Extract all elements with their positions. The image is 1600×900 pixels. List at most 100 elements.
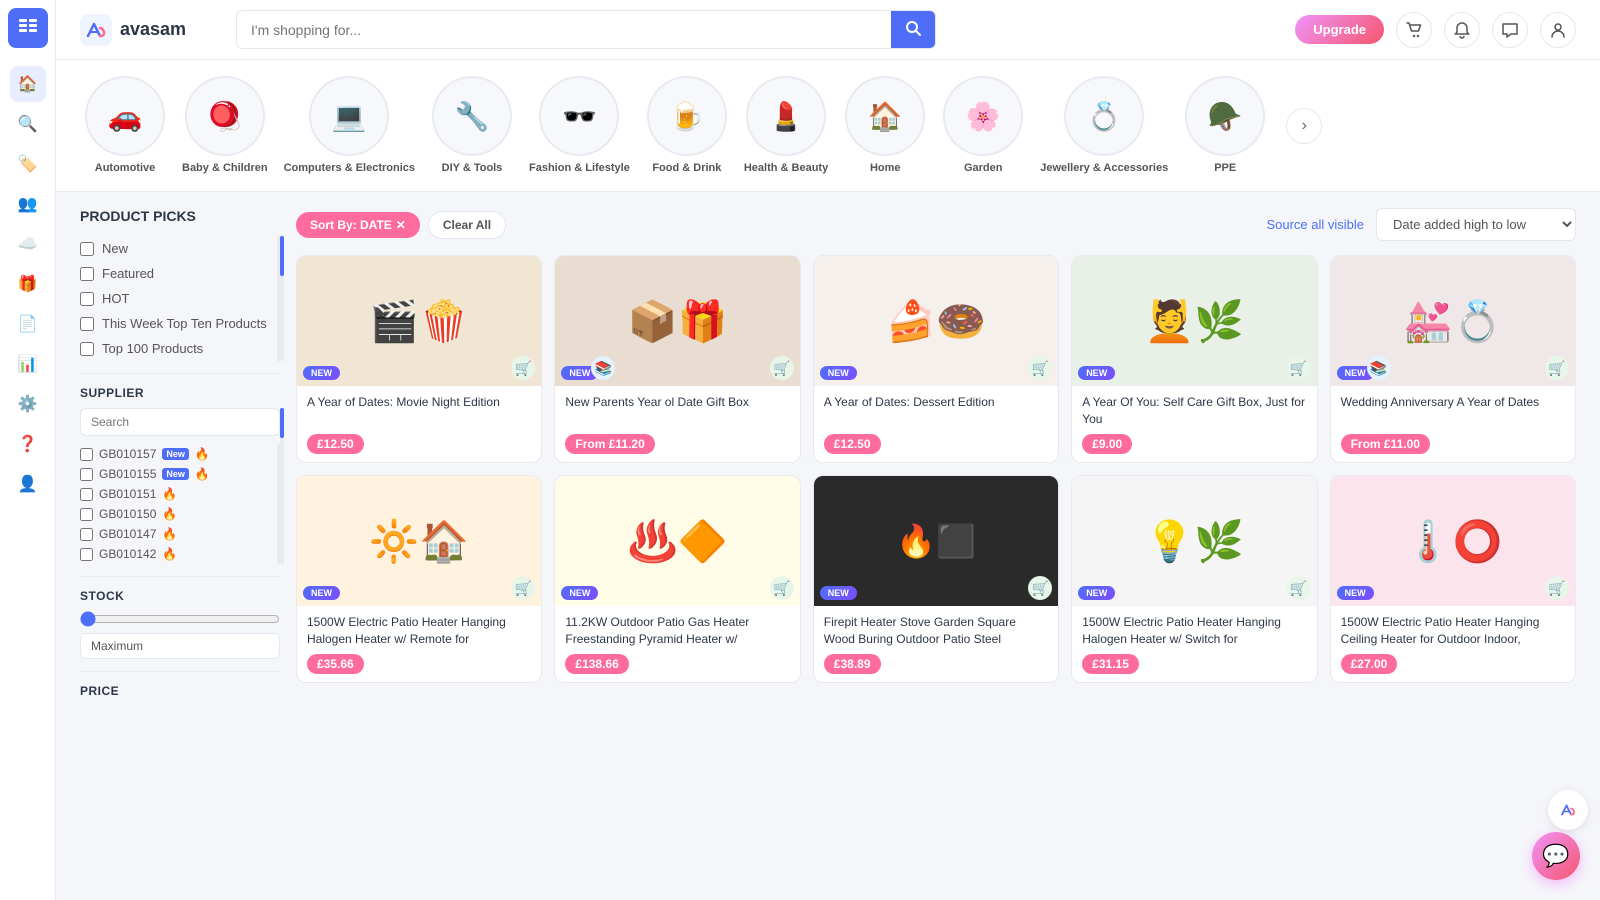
category-fashion[interactable]: 🕶️ Fashion & Lifestyle [525,76,634,175]
product-card-6[interactable]: 🔆🏠 NEW 🛒 1500W Electric Patio Heater Han… [296,475,542,683]
filter-sidebar: PRODUCT PICKS New Featured HOT [80,208,280,706]
supplier-GB010157[interactable]: GB010157 New 🔥 [80,444,269,464]
product-card-4[interactable]: 💆🌿 NEW 🛒 A Year Of You: Self Care Gift B… [1071,255,1317,463]
filter-this-week[interactable]: This Week Top Ten Products [80,311,269,336]
category-health-beauty[interactable]: 💄 Health & Beauty [740,76,832,175]
fire-icon-3: 🔥 [162,487,177,501]
product-cart-badge-9: 🛒 [1287,576,1311,600]
product-card-7[interactable]: ♨️🔶 NEW 🛒 11.2KW Outdoor Patio Gas Heate… [554,475,800,683]
filter-hot[interactable]: HOT [80,286,269,311]
category-automotive[interactable]: 🚗 Automotive [80,76,170,175]
filter-top100[interactable]: Top 100 Products [80,336,269,361]
product-info-3: A Year of Dates: Dessert Edition £12.50 [814,386,1058,462]
sidebar-item-chart[interactable]: 📊 [10,346,46,382]
category-garden[interactable]: 🌸 Garden [938,76,1028,175]
filter-featured[interactable]: Featured [80,261,269,286]
filter-top100-label: Top 100 Products [102,341,203,356]
product-image-wrap-3: 🍰🍩 NEW 🛒 [814,256,1058,386]
product-image-wrap-2: 📦🎁 NEW 🛒 📚 [555,256,799,386]
product-image-wrap-4: 💆🌿 NEW 🛒 [1072,256,1316,386]
filter-this-week-checkbox[interactable] [80,317,94,331]
supplier-GB010142[interactable]: GB010142 🔥 [80,544,269,564]
chat-button[interactable]: 💬 [1532,832,1580,880]
category-diy-tools[interactable]: 🔧 DIY & Tools [427,76,517,175]
cart-button[interactable] [1396,12,1432,48]
stock-section [80,611,280,659]
main-content: avasam Upgrade 🚗 Au [56,0,1600,900]
source-all-link[interactable]: Source all visible [1266,217,1364,232]
sidebar-item-gift[interactable]: 🎁 [10,266,46,302]
sidebar-item-person[interactable]: 👤 [10,466,46,502]
fire-icon-1: 🔥 [195,447,210,461]
product-card-2[interactable]: 📦🎁 NEW 🛒 📚 New Parents Year ol Date Gift… [554,255,800,463]
search-button[interactable] [891,11,935,48]
product-card-9[interactable]: 💡🌿 NEW 🛒 1500W Electric Patio Heater Han… [1071,475,1317,683]
notifications-button[interactable] [1444,12,1480,48]
product-info-8: Firepit Heater Stove Garden Square Wood … [814,606,1058,682]
price-title: PRICE [80,684,280,698]
sidebar-item-file[interactable]: 📄 [10,306,46,342]
category-automotive-label: Automotive [95,162,156,175]
supplier-GB010157-label: GB010157 [99,447,156,461]
sidebar-item-users[interactable]: 👥 [10,186,46,222]
product-image-wrap-9: 💡🌿 NEW 🛒 [1072,476,1316,606]
category-home[interactable]: 🏠 Home [840,76,930,175]
category-fashion-label: Fashion & Lifestyle [529,162,630,175]
filter-top100-checkbox[interactable] [80,342,94,356]
supplier-GB010151[interactable]: GB010151 🔥 [80,484,269,504]
category-baby-children[interactable]: 🪀 Baby & Children [178,76,272,175]
sidebar-item-cloud[interactable]: ☁️ [10,226,46,262]
supplier-GB010155[interactable]: GB010155 New 🔥 [80,464,269,484]
category-jewellery[interactable]: 💍 Jewellery & Accessories [1036,76,1172,175]
category-food-drink[interactable]: 🍺 Food & Drink [642,76,732,175]
product-info-9: 1500W Electric Patio Heater Hanging Halo… [1072,606,1316,682]
product-card-8[interactable]: 🔥⬛ NEW 🛒 Firepit Heater Stove Garden Squ… [813,475,1059,683]
supplier-GB010151-checkbox[interactable] [80,488,93,501]
sidebar-item-tag[interactable]: 🏷️ [10,146,46,182]
sort-select[interactable]: Date added high to low Date added low to… [1376,208,1576,241]
sort-date-button[interactable]: Sort By: DATE ✕ [296,212,420,238]
product-badge-new-8: NEW [820,586,857,600]
category-jewellery-label: Jewellery & Accessories [1040,162,1168,175]
filter-new-checkbox[interactable] [80,242,94,256]
category-next-button[interactable]: › [1286,108,1322,144]
supplier-GB010155-checkbox[interactable] [80,468,93,481]
sidebar-item-search[interactable]: 🔍 [10,106,46,142]
supplier-GB010142-checkbox[interactable] [80,548,93,561]
filter-featured-checkbox[interactable] [80,267,94,281]
stock-max-input[interactable] [80,633,280,659]
sidebar-item-help[interactable]: ❓ [10,426,46,462]
messages-button[interactable] [1492,12,1528,48]
category-ppe[interactable]: 🪖 PPE [1180,76,1270,175]
supplier-GB010147[interactable]: GB010147 🔥 [80,524,269,544]
product-price-1: £12.50 [307,434,364,454]
category-baby-label: Baby & Children [182,162,268,175]
profile-button[interactable] [1540,12,1576,48]
sidebar-item-home[interactable]: 🏠 [10,66,46,102]
supplier-search-input[interactable] [80,408,280,436]
supplier-GB010150[interactable]: GB010150 🔥 [80,504,269,524]
filter-divider-3 [80,671,280,672]
product-card-1[interactable]: 🎬🍿 NEW 🛒 A Year of Dates: Movie Night Ed… [296,255,542,463]
fire-icon-4: 🔥 [162,507,177,521]
filter-hot-checkbox[interactable] [80,292,94,306]
stock-range-slider[interactable] [80,611,280,627]
search-bar [236,10,936,49]
clear-all-button[interactable]: Clear All [428,211,506,239]
product-name-9: 1500W Electric Patio Heater Hanging Halo… [1082,614,1306,648]
supplier-GB010150-checkbox[interactable] [80,508,93,521]
filter-new[interactable]: New [80,236,269,261]
product-card-5[interactable]: 💒💍 NEW 🛒 📚 Wedding Anniversary A Year of… [1330,255,1576,463]
search-input[interactable] [237,14,891,46]
sidebar-item-settings[interactable]: ⚙️ [10,386,46,422]
supplier-GB010147-checkbox[interactable] [80,528,93,541]
category-bar: 🚗 Automotive 🪀 Baby & Children 💻 Compute… [56,60,1600,192]
category-computers-icon: 💻 [309,76,389,156]
category-automotive-icon: 🚗 [85,76,165,156]
product-card-10[interactable]: 🌡️⭕ NEW 🛒 1500W Electric Patio Heater Ha… [1330,475,1576,683]
product-card-3[interactable]: 🍰🍩 NEW 🛒 A Year of Dates: Dessert Editio… [813,255,1059,463]
supplier-GB010151-label: GB010151 [99,487,156,501]
supplier-GB010157-checkbox[interactable] [80,448,93,461]
category-computers-electronics[interactable]: 💻 Computers & Electronics [280,76,419,175]
upgrade-button[interactable]: Upgrade [1295,15,1384,44]
